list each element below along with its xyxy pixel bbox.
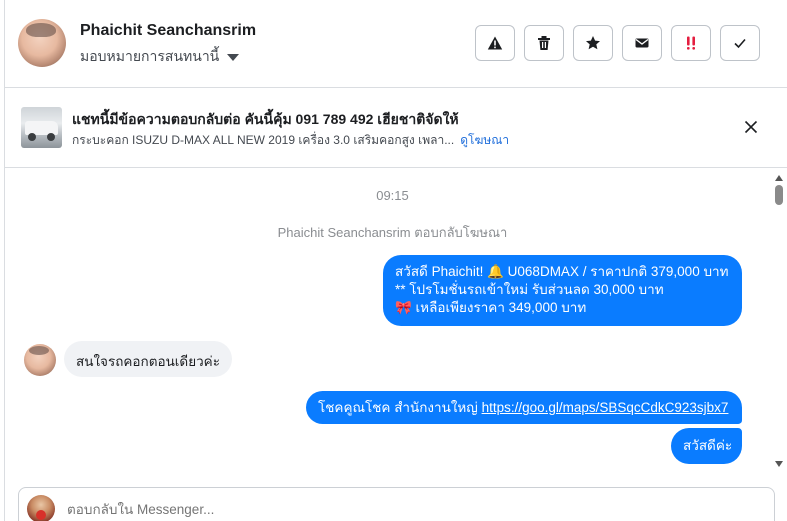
- map-link[interactable]: https://goo.gl/maps/SBSqcCdkC923sjbx7: [482, 400, 729, 415]
- messenger-panel: Phaichit Seanchansrim มอบหมายการสนทนานี้: [4, 0, 787, 521]
- message-thread[interactable]: 09:15 Phaichit Seanchansrim ตอบกลับโฆษณา…: [5, 169, 787, 477]
- outgoing-message[interactable]: สวัสดี Phaichit! 🔔 U068DMAX / ราคาปกติ 3…: [383, 255, 742, 326]
- ad-description-row: กระบะคอก ISUZU D-MAX ALL NEW 2019 เครื่อ…: [72, 131, 509, 150]
- star-button[interactable]: [573, 25, 613, 61]
- contact-avatar[interactable]: [18, 19, 66, 67]
- assign-conversation-dropdown[interactable]: มอบหมายการสนทนานี้: [80, 46, 240, 68]
- conversation-header: Phaichit Seanchansrim มอบหมายการสนทนานี้: [5, 0, 787, 88]
- thread-scrollbar[interactable]: [772, 173, 786, 473]
- close-icon: [744, 120, 758, 134]
- star-icon: [586, 36, 600, 50]
- envelope-icon: [635, 38, 649, 48]
- caret-down-icon: [227, 53, 240, 61]
- outgoing-message[interactable]: โชคคูณโชค สำนักงานใหญ่ https://goo.gl/ma…: [306, 391, 742, 424]
- ad-title: แชทนี้มีข้อความตอบกลับต่อ คันนี้คุ้ม 091…: [72, 111, 459, 127]
- scroll-thumb[interactable]: [775, 185, 783, 205]
- scroll-down-arrow-icon[interactable]: [775, 461, 783, 467]
- checkmark-icon: [734, 38, 746, 49]
- double-exclamation-icon: [687, 36, 695, 50]
- warning-icon: [487, 36, 503, 50]
- message-line: สวัสดี Phaichit! 🔔 U068DMAX / ราคาปกติ 3…: [395, 264, 729, 279]
- ad-thumbnail[interactable]: [21, 107, 62, 148]
- scroll-up-arrow-icon[interactable]: [775, 175, 783, 181]
- mark-done-button[interactable]: [720, 25, 760, 61]
- assign-conversation-label: มอบหมายการสนทนานี้: [80, 48, 220, 64]
- mark-unread-button[interactable]: [622, 25, 662, 61]
- page-avatar: [27, 495, 55, 521]
- message-line: ** โปรโมชั่นรถเข้าใหม่ รับส่วนลด 30,000 …: [395, 282, 664, 297]
- message-line: 🎀 เหลือเพียงราคา 349,000 บาท: [395, 300, 587, 315]
- delete-button[interactable]: [524, 25, 564, 61]
- follow-up-button[interactable]: [671, 25, 711, 61]
- ad-context-bar: แชทนี้มีข้อความตอบกลับต่อ คันนี้คุ้ม 091…: [5, 88, 787, 168]
- message-timestamp: 09:15: [376, 188, 409, 203]
- view-ad-link[interactable]: ดูโฆษณา: [460, 133, 509, 147]
- system-message: Phaichit Seanchansrim ตอบกลับโฆษณา: [277, 225, 508, 240]
- outgoing-message[interactable]: สวัสดีค่ะ: [671, 428, 742, 464]
- trash-icon: [538, 36, 550, 50]
- contact-name[interactable]: Phaichit Seanchansrim: [80, 22, 256, 40]
- contact-avatar-small: [24, 344, 56, 376]
- header-actions: [475, 25, 760, 61]
- incoming-message[interactable]: สนใจรถคอกตอนเดียวค่ะ: [64, 341, 232, 377]
- ad-description: กระบะคอก ISUZU D-MAX ALL NEW 2019 เครื่อ…: [72, 133, 455, 147]
- message-text: โชคคูณโชค สำนักงานใหญ่: [318, 400, 482, 415]
- reply-composer: [18, 487, 775, 521]
- report-button[interactable]: [475, 25, 515, 61]
- reply-input[interactable]: [67, 502, 667, 517]
- close-ad-bar-button[interactable]: [741, 117, 761, 137]
